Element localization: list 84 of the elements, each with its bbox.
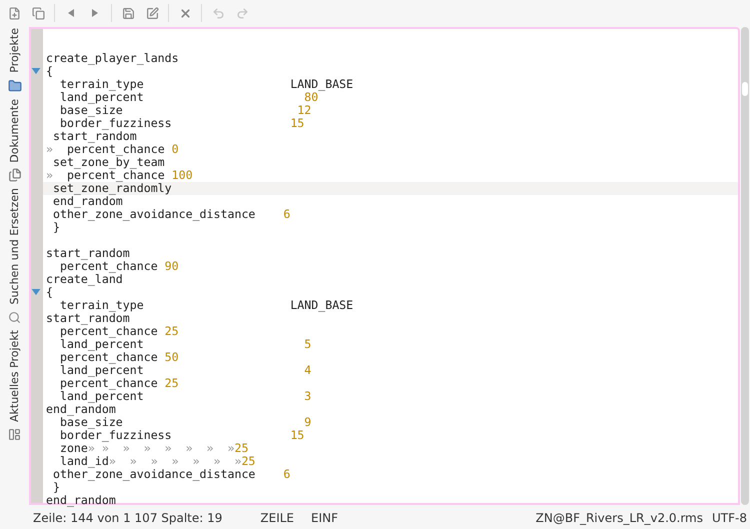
tab-markers: » » » » » » » — [108, 455, 242, 468]
code-text: create_player_lands — [46, 52, 179, 65]
undo-icon — [212, 6, 224, 20]
scrollbar[interactable] — [741, 27, 749, 505]
number-value: 90 — [164, 260, 179, 273]
code-text: percent_chance — [66, 169, 166, 182]
code-text: terrain_type — [58, 78, 145, 91]
number-value: 3 — [304, 390, 312, 403]
code-text: set_zone_by_team — [52, 156, 165, 169]
number-value: 100 — [172, 169, 193, 182]
code-text: terrain_type — [58, 299, 145, 312]
number-value: 6 — [283, 208, 290, 221]
search-icon — [8, 310, 21, 324]
code-text: other_zone_avoidance_distance — [52, 208, 256, 221]
code-text: start_random — [46, 247, 130, 260]
code-text: border_fuzziness — [58, 117, 173, 130]
folder-icon — [8, 78, 22, 93]
number-value: 15 — [290, 429, 304, 442]
new-file-icon — [8, 6, 20, 20]
code-text: percent_chance — [58, 351, 159, 364]
documents-icon — [8, 168, 22, 182]
number-value: 50 — [164, 351, 179, 364]
side-tab[interactable]: Suchen und Ersetzen — [5, 188, 24, 305]
code-text: end_random — [46, 403, 116, 416]
code-text: border_fuzziness — [58, 429, 173, 442]
code-text: percent_chance — [60, 260, 159, 273]
code-text: end_random — [52, 195, 123, 208]
code-text: percent_chance — [66, 143, 166, 156]
code-editor[interactable] — [29, 27, 740, 505]
save-icon — [122, 6, 134, 20]
number-value: 25 — [241, 455, 256, 468]
side-tab[interactable]: Projekte — [5, 28, 24, 73]
encoding: UTF-8 — [712, 510, 747, 527]
side-tab[interactable]: Dokumente — [5, 98, 24, 162]
number-value: 6 — [283, 468, 290, 481]
number-value: 9 — [304, 416, 312, 429]
number-value: 15 — [290, 117, 304, 130]
code-text: { — [46, 286, 53, 299]
code-text: create_land — [46, 273, 123, 286]
edit-icon — [146, 6, 158, 20]
keyword-value: LAND_BASE — [290, 78, 354, 91]
code-text: set_zone_randomly — [52, 182, 172, 195]
fold-toggle-icon[interactable] — [31, 68, 41, 75]
code-text: other_zone_avoidance_distance — [52, 468, 256, 481]
code-text: start_random — [46, 312, 130, 325]
number-value: 25 — [164, 325, 179, 338]
code-text: land_percent — [58, 390, 144, 403]
code-text: zone — [58, 442, 88, 455]
code-text: percent_chance — [60, 325, 159, 338]
tab-markers: » » » » » » » » — [88, 442, 234, 455]
code-text: } — [52, 221, 60, 234]
tab-marker: » — [46, 169, 53, 182]
number-value: 25 — [234, 442, 248, 455]
number-value: 4 — [304, 364, 312, 377]
code-text: percent_chance — [58, 377, 159, 390]
keyword-value: LAND_BASE — [290, 299, 354, 312]
copy-icon — [32, 6, 44, 20]
code-text: end_random — [46, 494, 116, 507]
number-value: 0 — [172, 143, 179, 156]
side-tab[interactable]: Aktuelles Projekt — [5, 330, 24, 422]
code-text: base_size — [58, 104, 123, 117]
code-text: start_random — [52, 130, 137, 143]
forward-arrow-icon — [90, 8, 100, 18]
code-text: { — [46, 65, 53, 78]
number-value: 12 — [297, 104, 312, 117]
redo-icon — [236, 6, 248, 20]
panel-icon — [8, 428, 21, 441]
insert-mode: EINF — [311, 510, 338, 527]
tab-marker: » — [46, 143, 53, 156]
number-value: 5 — [304, 338, 312, 351]
code-text: land_percent — [58, 364, 144, 377]
code-text: land_id — [58, 455, 109, 468]
selection-mode: ZEILE — [260, 510, 294, 527]
back-arrow-icon — [66, 8, 76, 18]
code-text: } — [52, 481, 60, 494]
number-value: 25 — [164, 377, 179, 390]
code-text: land_percent — [58, 338, 144, 351]
cursor-position: Zeile: 144 von 1 107 Spalte: 19 — [33, 510, 222, 527]
close-icon — [178, 6, 192, 20]
code-text: base_size — [60, 416, 124, 429]
file-name: ZN@BF_Rivers_LR_v2.0.rms — [536, 510, 704, 527]
number-value: 80 — [304, 91, 318, 104]
fold-toggle-icon[interactable] — [31, 289, 41, 296]
code-text: land_percent — [58, 91, 145, 104]
